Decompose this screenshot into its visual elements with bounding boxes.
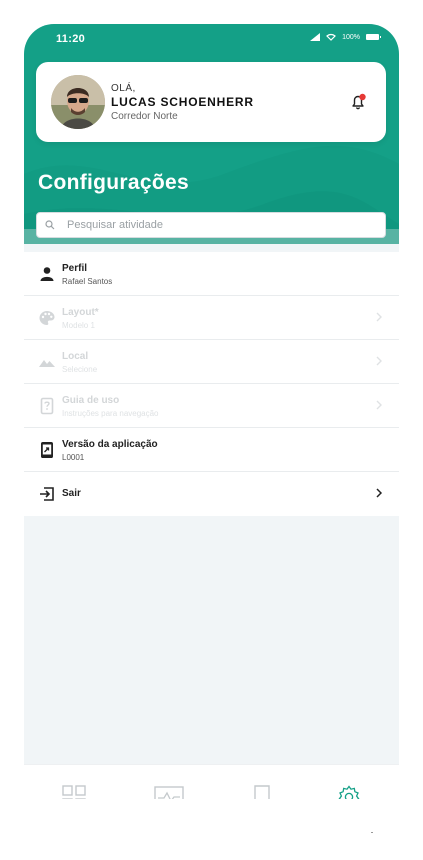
user-card[interactable]: OLÁ, LUCAS SCHOENHERR Corredor Norte [36, 62, 386, 142]
phone-screen: 11:20 100% OLÁ, LUCAS SCHOENHERR Corredo… [24, 24, 399, 799]
wifi-icon [326, 33, 336, 41]
battery-percent: 100% [342, 33, 360, 41]
chevron-right-icon [376, 356, 382, 366]
battery-icon [366, 34, 381, 40]
activity-icon[interactable] [154, 785, 184, 799]
avatar[interactable] [51, 75, 105, 129]
landscape-icon [39, 360, 55, 367]
phone-update-icon [41, 442, 53, 458]
settings-item-layout[interactable]: Layout* Modelo 1 [24, 296, 399, 340]
status-time: 11:20 [56, 33, 86, 45]
settings-item-label: Layout* [62, 307, 99, 318]
gear-icon[interactable] [337, 785, 361, 799]
settings-item-label: Guia de uso [62, 395, 120, 406]
settings-item-label: Local [62, 351, 89, 362]
palette-icon [39, 311, 55, 325]
search-input[interactable] [65, 218, 369, 232]
search-bar[interactable] [36, 212, 386, 238]
page-dot [371, 832, 373, 833]
chevron-right-icon [376, 312, 382, 322]
page-title: Configurações [38, 171, 189, 194]
signal-icon [310, 33, 321, 41]
settings-item-local[interactable]: Local Selecione [24, 340, 399, 384]
help-device-icon [40, 397, 54, 415]
settings-item-label: Perfil [62, 263, 88, 274]
settings-item-sair[interactable]: Sair [24, 472, 399, 516]
settings-item-label: Versão da aplicação [62, 439, 158, 450]
settings-item-label: Sair [62, 488, 81, 499]
user-name: LUCAS SCHOENHERR [111, 95, 254, 109]
settings-item-versao[interactable]: Versão da aplicação L0001 [24, 428, 399, 472]
settings-item-guia[interactable]: Guia de uso Instruções para navegação [24, 384, 399, 428]
greeting-text: OLÁ, [111, 83, 136, 94]
person-icon [40, 267, 54, 281]
grid-icon[interactable] [62, 785, 86, 799]
search-icon [45, 220, 55, 230]
status-indicators: 100% [310, 33, 381, 41]
bottom-tab-bar [24, 764, 399, 799]
settings-item-description: L0001 [62, 453, 85, 462]
bookmark-icon[interactable] [250, 785, 274, 799]
user-subtitle: Corredor Norte [111, 111, 178, 122]
settings-item-perfil[interactable]: Perfil Rafael Santos [24, 252, 399, 296]
notification-bell-icon[interactable] [349, 93, 367, 111]
settings-item-description: Rafael Santos [62, 277, 113, 286]
chevron-right-icon [376, 400, 382, 410]
logout-icon [40, 487, 54, 501]
settings-item-description: Instruções para navegação [62, 409, 159, 418]
chevron-right-icon [376, 488, 383, 498]
status-bar: 11:20 100% [24, 24, 399, 54]
avatar-photo [51, 75, 105, 129]
settings-item-description: Selecione [62, 365, 98, 374]
settings-item-description: Modelo 1 [62, 321, 95, 330]
settings-list: Perfil Rafael Santos Layout* Modelo 1 Lo… [24, 252, 399, 516]
